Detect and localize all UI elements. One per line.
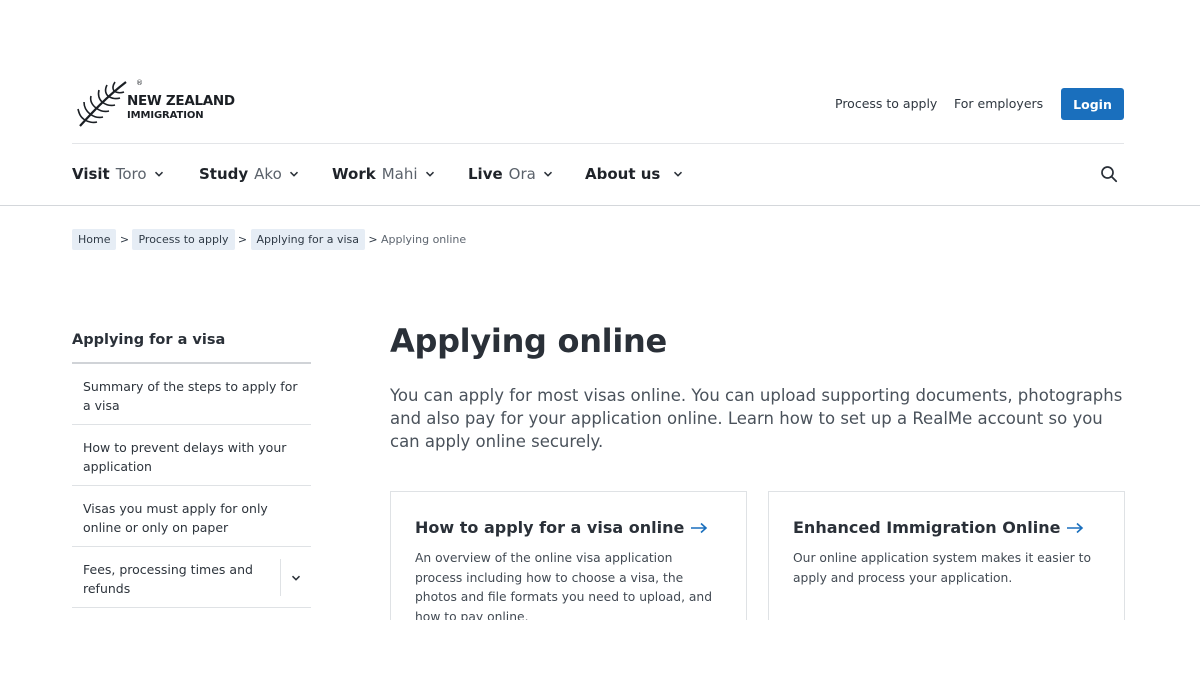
silver-fern-icon	[77, 81, 127, 127]
page-title: Applying online	[390, 322, 667, 360]
sidebar-item-fees[interactable]: Fees, processing times and refunds	[72, 547, 311, 608]
nav-maori-label: Ora	[508, 165, 536, 183]
card-title-text: How to apply for a visa online	[415, 518, 685, 537]
nav-label: Visit	[72, 165, 110, 183]
registered-mark: ®	[136, 79, 143, 87]
breadcrumb: Home > Process to apply > Applying for a…	[72, 228, 466, 250]
sidebar-item-label: How to prevent delays with your applicat…	[83, 440, 287, 474]
sidebar-item-prevent-delays[interactable]: How to prevent delays with your applicat…	[72, 425, 311, 486]
page-bottom-mask	[0, 620, 1200, 694]
nav-divider	[72, 143, 1124, 144]
login-button[interactable]: Login	[1061, 88, 1124, 120]
card-enhanced-immigration-online[interactable]: Enhanced Immigration Online Our online a…	[768, 491, 1125, 631]
card-apply-online[interactable]: How to apply for a visa online An overvi…	[390, 491, 747, 631]
card-title: Enhanced Immigration Online	[793, 518, 1100, 537]
process-to-apply-link[interactable]: Process to apply	[835, 96, 937, 111]
chevron-down-icon	[543, 171, 552, 177]
card-description: Our online application system makes it e…	[793, 551, 1091, 585]
nav-label: About us	[585, 165, 661, 183]
intro-paragraph: You can apply for most visas online. You…	[390, 386, 1123, 451]
chevron-down-icon	[674, 171, 683, 177]
breadcrumb-separator: >	[237, 232, 248, 246]
sidebar-title[interactable]: Applying for a visa	[72, 330, 311, 364]
card-title: How to apply for a visa online	[415, 518, 722, 537]
breadcrumb-process-to-apply[interactable]: Process to apply	[132, 228, 235, 250]
chevron-down-icon	[289, 171, 298, 177]
arrow-right-icon	[1067, 522, 1084, 533]
breadcrumb-home[interactable]: Home	[72, 228, 117, 250]
sidebar-expand-toggle[interactable]	[280, 559, 311, 596]
card-title-text: Enhanced Immigration Online	[793, 518, 1061, 537]
logo-wordmark: NEW ZEALAND IMMIGRATION	[127, 93, 235, 121]
nav-maori-label: Ako	[254, 165, 282, 183]
chevron-down-icon	[425, 171, 434, 177]
nav-live[interactable]: Live Ora	[468, 163, 553, 185]
chevron-down-icon	[291, 575, 301, 581]
sidebar-item-label: Summary of the steps to apply for a visa	[83, 379, 298, 413]
nz-immigration-logo[interactable]: ® NEW ZEALAND IMMIGRATION	[76, 79, 236, 129]
nav-maori-label: Toro	[115, 165, 147, 183]
breadcrumb-separator: >	[368, 232, 378, 246]
sidebar-item-label: Visas you must apply for only online or …	[83, 501, 268, 535]
sidebar-item-online-or-paper[interactable]: Visas you must apply for only online or …	[72, 486, 311, 547]
search-icon[interactable]	[1100, 165, 1118, 183]
nav-work[interactable]: Work Mahi	[332, 163, 435, 185]
nav-label: Study	[199, 165, 249, 183]
nav-label: Work	[332, 165, 376, 183]
card-description: An overview of the online visa applicati…	[415, 551, 713, 624]
sidebar-item-summary-of-steps[interactable]: Summary of the steps to apply for a visa	[72, 364, 311, 425]
nav-visit[interactable]: Visit Toro	[72, 163, 164, 185]
breadcrumb-current: Applying online	[381, 232, 467, 246]
logo-line-2: IMMIGRATION	[127, 109, 204, 121]
arrow-right-icon	[691, 522, 708, 533]
nav-maori-label: Mahi	[381, 165, 418, 183]
logo-line-1: NEW ZEALAND	[127, 93, 235, 109]
chevron-down-icon	[154, 171, 163, 177]
sidebar-item-label: Fees, processing times and refunds	[83, 562, 253, 596]
sidebar-nav: Applying for a visa Summary of the steps…	[72, 330, 311, 608]
breadcrumb-separator: >	[119, 232, 130, 246]
nav-about-us[interactable]: About us	[585, 163, 683, 185]
nav-label: Live	[468, 165, 503, 183]
nav-study[interactable]: Study Ako	[199, 163, 299, 185]
breadcrumb-applying-for-a-visa[interactable]: Applying for a visa	[250, 228, 365, 250]
for-employers-link[interactable]: For employers	[954, 96, 1043, 111]
site-header: ® NEW ZEALAND IMMIGRATION Process to app…	[0, 0, 1200, 206]
